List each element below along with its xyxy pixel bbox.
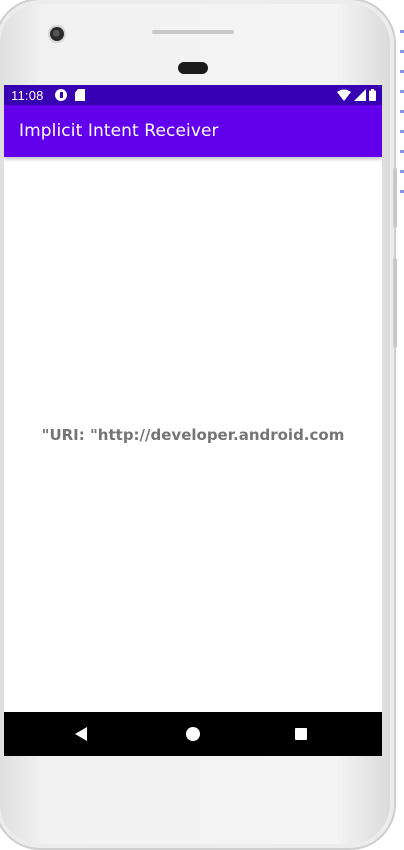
battery-icon <box>369 89 376 101</box>
background-window-edge <box>400 30 404 210</box>
front-sensor <box>178 62 208 74</box>
system-status-icons <box>337 89 376 101</box>
app-bar: Implicit Intent Receiver <box>4 105 382 157</box>
wifi-icon <box>337 89 351 101</box>
volume-button <box>393 258 397 348</box>
home-icon[interactable] <box>186 727 200 741</box>
notification-badge-icon <box>55 89 67 101</box>
app-title: Implicit Intent Receiver <box>19 121 219 141</box>
recents-icon[interactable] <box>295 728 307 740</box>
sd-card-icon <box>75 89 85 101</box>
navigation-bar <box>4 712 382 756</box>
back-icon[interactable] <box>75 727 87 741</box>
status-time: 11:08 <box>11 88 44 103</box>
device-screen: 11:08 Implicit Intent Receiver "URI: "ht… <box>4 85 382 756</box>
signal-icon <box>354 89 366 101</box>
earpiece-speaker <box>152 30 234 34</box>
uri-text: "URI: "http://developer.android.com <box>41 426 345 444</box>
power-button <box>393 168 397 228</box>
status-bar: 11:08 <box>4 85 382 105</box>
front-camera-icon <box>50 27 64 41</box>
